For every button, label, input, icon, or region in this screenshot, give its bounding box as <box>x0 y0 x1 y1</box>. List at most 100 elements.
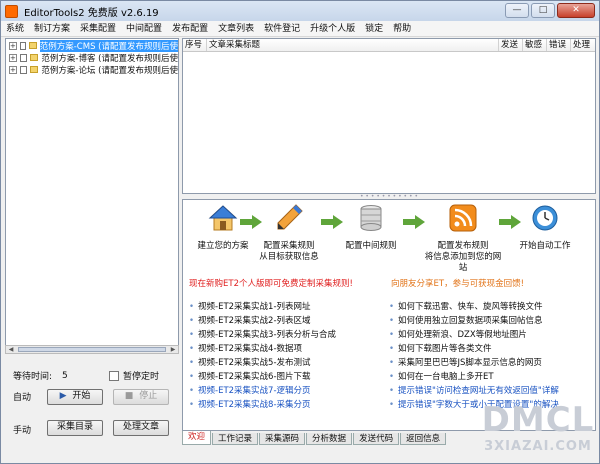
tab-work-log[interactable]: 工作记录 <box>212 433 259 445</box>
video-link[interactable]: • 视频-ET2采集实战4-数据项 <box>189 342 384 356</box>
scroll-thumb[interactable] <box>18 347 166 352</box>
stop-icon: ■ <box>124 391 134 401</box>
video-link[interactable]: • 视频-ET2采集实战7-逻辑分页 <box>189 384 384 398</box>
expand-icon[interactable]: + <box>9 65 17 74</box>
close-button[interactable]: ✕ <box>557 3 595 18</box>
tree-checkbox[interactable] <box>19 65 27 74</box>
tree-item-cms[interactable]: + 范例方案-CMS (请配置发布规则后使 <box>6 39 178 52</box>
welcome-panel: 建立您的方案 配置采集规则 从目标获取信息 配置中间规则 配置发布规则 将信息添… <box>182 199 596 431</box>
step-label: 开始自动工作 <box>519 241 571 251</box>
video-link[interactable]: • 视频-ET2采集实战5-发布测试 <box>189 356 384 370</box>
folder-icon <box>29 42 37 49</box>
stop-button[interactable]: ■ 停止 <box>113 389 169 405</box>
step-middle-rules[interactable]: 配置中间规则 <box>331 203 411 252</box>
table-header: 序号 文章采集标题 发送 敏感 错误 处理 <box>183 39 595 52</box>
col-index[interactable]: 序号 <box>183 39 207 51</box>
col-error[interactable]: 错误 <box>547 39 571 51</box>
step-collect-rules[interactable]: 配置采集规则 从目标获取信息 <box>249 203 329 263</box>
wait-time-value: 5 <box>62 370 68 381</box>
menu-bar: 系统 制订方案 采集配置 中间配置 发布配置 文章列表 软件登记 升级个人版 锁… <box>1 21 599 37</box>
site-watermark: DMCL 3XIAZAI.COM <box>477 401 599 463</box>
menu-publish-config[interactable]: 发布配置 <box>167 21 213 37</box>
col-process[interactable]: 处理 <box>571 39 595 51</box>
help-links-list: • 如何下载迅雷、快车、旋风等转换文件 • 如何使用独立回复数据项采集回帖信息 • 如… <box>389 300 593 412</box>
process-articles-button[interactable]: 处理文章 <box>113 420 169 436</box>
menu-register[interactable]: 软件登记 <box>259 21 305 37</box>
menu-system[interactable]: 系统 <box>1 21 29 37</box>
house-icon <box>208 205 238 231</box>
col-sensitive[interactable]: 敏感 <box>523 39 547 51</box>
folder-icon <box>29 54 39 61</box>
stop-button-label: 停止 <box>139 391 158 401</box>
help-link[interactable]: • 提示错误"访问检查网址无有效返回值"详解 <box>389 384 593 398</box>
tree-hscrollbar[interactable]: ◀ ▶ <box>5 345 179 354</box>
article-table: 序号 文章采集标题 发送 敏感 错误 处理 <box>182 38 596 194</box>
watermark-url: 3XIAZAI.COM <box>484 439 592 454</box>
col-title[interactable]: 文章采集标题 <box>207 39 499 51</box>
step-label: 配置发布规则 将信息添加到您的网站 <box>424 241 502 273</box>
col-sent[interactable]: 发送 <box>499 39 523 51</box>
tree-item-label: 范例方案-CMS (请配置发布规则后使 <box>39 39 178 52</box>
video-link[interactable]: • 视频-ET2采集实战8-采集分页 <box>189 398 384 412</box>
menu-help[interactable]: 帮助 <box>388 21 416 37</box>
tab-source-code[interactable]: 采集源码 <box>259 433 306 445</box>
app-window: EditorTools2 免费版 v2.6.19 — □ ✕ 系统 制订方案 采… <box>0 0 600 464</box>
manual-label: 手动 <box>13 426 32 436</box>
video-link[interactable]: • 视频-ET2采集实战2-列表区域 <box>189 314 384 328</box>
pause-timer-label: 暂停定时 <box>123 372 160 382</box>
help-link[interactable]: • 如何使用独立回复数据项采集回帖信息 <box>389 314 593 328</box>
window-title: EditorTools2 免费版 v2.6.19 <box>24 7 159 19</box>
tree-item-label: 范例方案-博客 (请配置发布规则后使 <box>41 53 178 64</box>
tab-send-code[interactable]: 发送代码 <box>353 433 400 445</box>
menu-middle-config[interactable]: 中间配置 <box>121 21 167 37</box>
video-links-list: • 视频-ET2采集实战1-列表网址 • 视频-ET2采集实战2-列表区域 • 视频-… <box>189 300 384 412</box>
menu-lock[interactable]: 锁定 <box>360 21 388 37</box>
tree-item-label: 范例方案-论坛 (请配置发布规则后使 <box>41 65 178 76</box>
arrow-right-icon <box>403 215 425 229</box>
watermark-logo: DMCL <box>481 400 595 440</box>
tab-welcome[interactable]: 欢迎 <box>182 431 212 445</box>
menu-upgrade[interactable]: 升级个人版 <box>305 21 360 37</box>
help-link[interactable]: • 如何下载图片等各类文件 <box>389 342 593 356</box>
folder-icon <box>29 66 39 73</box>
step-start-auto[interactable]: 开始自动工作 <box>505 203 585 252</box>
help-link[interactable]: • 如何处理新浪、DZX等假地址图片 <box>389 328 593 342</box>
start-button[interactable]: ▶ 开始 <box>47 389 103 405</box>
collect-dir-button[interactable]: 采集目录 <box>47 420 103 436</box>
workflow-steps: 建立您的方案 配置采集规则 从目标获取信息 配置中间规则 配置发布规则 将信息添… <box>183 203 595 273</box>
maximize-button[interactable]: □ <box>531 3 555 18</box>
clock-icon <box>532 205 558 231</box>
menu-collect-config[interactable]: 采集配置 <box>75 21 121 37</box>
video-link[interactable]: • 视频-ET2采集实战1-列表网址 <box>189 300 384 314</box>
app-icon <box>5 4 18 18</box>
tree-item-blog[interactable]: + 范例方案-博客 (请配置发布规则后使 <box>6 52 178 64</box>
scroll-right-icon[interactable]: ▶ <box>168 346 178 353</box>
pause-timer-checkbox[interactable] <box>109 370 119 381</box>
expand-icon[interactable]: + <box>9 53 17 62</box>
tree-checkbox[interactable] <box>19 41 27 50</box>
menu-make-plan[interactable]: 制订方案 <box>29 21 75 37</box>
database-icon <box>360 205 382 231</box>
pencil-icon <box>277 204 303 230</box>
menu-article-list[interactable]: 文章列表 <box>213 21 259 37</box>
video-link[interactable]: • 视频-ET2采集实战3-列表分析与合成 <box>189 328 384 342</box>
step-publish-rules[interactable]: 配置发布规则 将信息添加到您的网站 <box>423 203 503 274</box>
plan-tree: + 范例方案-CMS (请配置发布规则后使 + 范例方案-博客 (请配置发布规则… <box>5 38 179 354</box>
tree-checkbox[interactable] <box>19 53 27 62</box>
tab-analysis-data[interactable]: 分析数据 <box>306 433 353 445</box>
help-link[interactable]: • 采集阿里巴巴等JS脚本显示信息的网页 <box>389 356 593 370</box>
help-link[interactable]: • 如何下载迅雷、快车、旋风等转换文件 <box>389 300 593 314</box>
help-link[interactable]: • 如何在一台电脑上多开ET <box>389 370 593 384</box>
start-button-label: 开始 <box>72 391 91 401</box>
minimize-button[interactable]: — <box>505 3 529 18</box>
promo-left-link[interactable]: 现在新购ET2个人版即可免费定制采集规则! <box>189 277 353 289</box>
auto-label: 自动 <box>13 393 32 403</box>
tab-return-info[interactable]: 返回信息 <box>400 433 447 445</box>
expand-icon[interactable]: + <box>9 41 17 50</box>
video-link[interactable]: • 视频-ET2采集实战6-图片下载 <box>189 370 384 384</box>
control-panel: 等待时间: 5 暂停定时 自动 ▶ 开始 ■ 停止 手动 采集目录 处理文章 <box>5 361 179 461</box>
step-label: 配置中间规则 <box>345 241 397 251</box>
promo-right-link[interactable]: 向朋友分享ET，参与可获现金回馈! <box>391 277 524 289</box>
scroll-left-icon[interactable]: ◀ <box>6 346 16 353</box>
tree-item-forum[interactable]: + 范例方案-论坛 (请配置发布规则后使 <box>6 64 178 76</box>
